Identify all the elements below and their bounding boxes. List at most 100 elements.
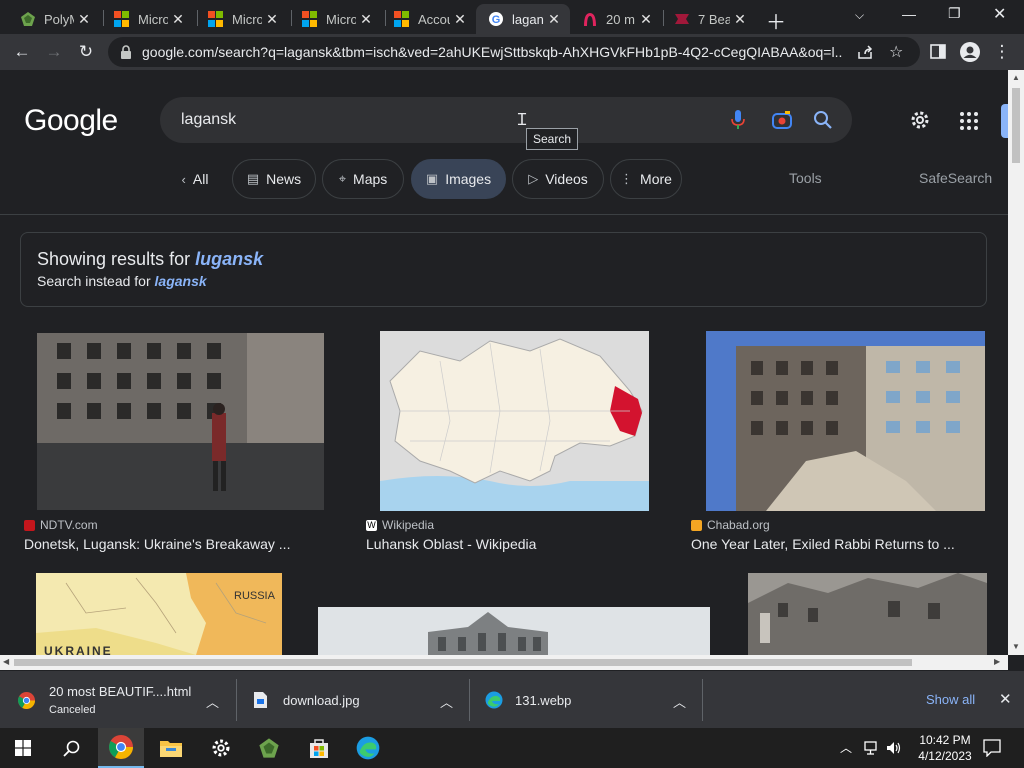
search-input[interactable]: lagansk (181, 111, 236, 129)
result-caption-ndtv[interactable]: Donetsk, Lugansk: Ukraine's Breakaway ..… (24, 536, 290, 552)
address-bar[interactable]: google.com/search?q=lagansk&tbm=isch&ved… (108, 37, 920, 67)
side-panel-icon[interactable] (930, 44, 946, 59)
tab-account[interactable]: Accou ✕ (382, 4, 476, 34)
profile-icon[interactable] (960, 42, 980, 62)
tab-polymail[interactable]: PolyM ✕ (8, 4, 100, 34)
lens-camera-icon[interactable] (772, 110, 792, 130)
close-icon[interactable]: ✕ (450, 11, 470, 28)
tab-microsoft-3[interactable]: Micro ✕ (290, 4, 382, 34)
chevron-up-icon[interactable]: ︿ (206, 692, 219, 711)
result-source-wikipedia[interactable]: W Wikipedia (366, 518, 434, 532)
back-button[interactable]: ← (12, 42, 32, 62)
tab-maps[interactable]: ⌖ Maps (322, 159, 404, 199)
tab-more[interactable]: ⋮ More (610, 159, 682, 199)
browser-tab-strip: PolyM ✕ Micro ✕ Micro ✕ Micro ✕ Accou ✕ … (0, 0, 1024, 34)
network-icon[interactable] (864, 740, 880, 756)
vertical-scrollbar[interactable]: ▲ ▼ (1008, 70, 1024, 655)
star-icon[interactable]: ☆ (889, 42, 903, 62)
download-item-jpg[interactable]: download.jpg (254, 671, 444, 729)
close-downloads-bar-button[interactable]: ✕ (999, 690, 1012, 708)
apps-grid-icon[interactable] (960, 112, 978, 130)
taskbar-microsoft-store[interactable] (296, 728, 342, 768)
lock-icon[interactable] (120, 45, 132, 59)
scroll-left-arrow-icon[interactable]: ◀ (3, 657, 9, 666)
tab-title: Micro (138, 11, 168, 27)
tab-all[interactable]: ‹ All (165, 159, 225, 199)
download-separator (236, 679, 237, 721)
taskbar-search-button[interactable] (48, 728, 94, 768)
vertical-scroll-thumb[interactable] (1012, 88, 1020, 163)
result-image-map[interactable]: RUSSIA UKRAINE (36, 573, 282, 655)
tab-beach[interactable]: 7 Bea ✕ (662, 4, 756, 34)
search-box[interactable]: lagansk (160, 97, 852, 143)
notifications-icon[interactable] (983, 739, 1001, 757)
share-icon[interactable] (858, 45, 873, 59)
horizontal-scroll-thumb[interactable] (14, 659, 912, 666)
close-icon[interactable]: ✕ (74, 11, 94, 28)
volume-icon[interactable] (886, 740, 902, 756)
tools-button[interactable]: Tools (789, 170, 822, 186)
horizontal-scrollbar[interactable]: ◀ ▶ (0, 655, 1008, 670)
microphone-icon[interactable] (731, 110, 745, 130)
forward-button[interactable]: → (44, 42, 64, 62)
close-icon[interactable]: ✕ (636, 11, 656, 28)
tab-microsoft-2[interactable]: Micro ✕ (196, 4, 288, 34)
tab-google-search[interactable]: G lagan ✕ (476, 4, 570, 34)
clock-date: 4/12/2023 (918, 749, 972, 763)
result-image-ruins[interactable] (748, 573, 987, 655)
tab-microsoft-1[interactable]: Micro ✕ (102, 4, 194, 34)
show-all-downloads-button[interactable]: Show all (926, 692, 975, 707)
chrome-menu-icon[interactable]: ⋮ (992, 42, 1012, 62)
result-image-building[interactable] (318, 607, 710, 655)
tab-videos[interactable]: ▷ Videos (512, 159, 604, 199)
taskbar-settings[interactable] (198, 728, 244, 768)
tab-news[interactable]: ▤ News (232, 159, 316, 199)
taskbar-clock[interactable]: 10:42 PM 4/12/2023 (912, 732, 978, 764)
windows-logo-icon (15, 740, 31, 756)
result-image-wikipedia[interactable] (380, 331, 649, 511)
close-icon[interactable]: ✕ (356, 11, 376, 28)
result-source-chabad[interactable]: Chabad.org (691, 518, 770, 532)
taskbar-edge[interactable] (345, 728, 391, 768)
store-icon (310, 739, 328, 758)
result-image-chabad[interactable] (706, 331, 985, 511)
original-term-link[interactable]: lagansk (155, 273, 207, 289)
close-icon[interactable]: ✕ (262, 11, 282, 28)
tab-images[interactable]: ▣ Images (411, 159, 506, 199)
scroll-right-arrow-icon[interactable]: ▶ (994, 657, 1000, 666)
gear-icon[interactable] (908, 108, 932, 132)
chevron-up-icon[interactable]: ︿ (440, 692, 453, 711)
tab-search-chevron-icon[interactable]: ⌵ (855, 8, 864, 23)
taskbar-chrome[interactable] (98, 728, 144, 768)
close-window-button[interactable]: ✕ (993, 4, 1006, 24)
safesearch-button[interactable]: SafeSearch (919, 170, 992, 186)
tab-arch[interactable]: 20 m ✕ (570, 4, 662, 34)
news-icon: ▤ (246, 171, 260, 186)
taskbar-polymail[interactable] (246, 728, 292, 768)
close-icon[interactable]: ✕ (168, 11, 188, 28)
google-logo[interactable]: Google (24, 104, 118, 138)
result-source-ndtv[interactable]: NDTV.com (24, 518, 98, 532)
result-image-ndtv[interactable] (37, 333, 324, 510)
start-button[interactable] (0, 728, 46, 768)
result-caption-chabad[interactable]: One Year Later, Exiled Rabbi Returns to … (691, 536, 955, 552)
download-item-html[interactable]: 20 most BEAUTIF....html Canceled (18, 671, 228, 729)
minimize-button[interactable]: — (902, 6, 916, 22)
reload-button[interactable]: ↻ (76, 42, 96, 62)
url-text[interactable]: google.com/search?q=lagansk&tbm=isch&ved… (142, 44, 842, 60)
search-tooltip: Search (526, 128, 579, 150)
close-icon[interactable]: ✕ (730, 11, 750, 28)
sign-in-button-edge[interactable] (1001, 104, 1008, 138)
scroll-down-arrow-icon[interactable]: ▼ (1012, 642, 1020, 651)
new-tab-button[interactable]: ＋ (766, 6, 786, 35)
taskbar-file-explorer[interactable] (148, 728, 194, 768)
close-icon[interactable]: ✕ (544, 11, 564, 28)
search-icon[interactable] (813, 110, 832, 129)
result-caption-wikipedia[interactable]: Luhansk Oblast - Wikipedia (366, 536, 536, 552)
corrected-term-link[interactable]: lugansk (195, 249, 263, 269)
download-item-webp[interactable]: 131.webp (485, 671, 675, 729)
chevron-up-icon[interactable]: ︿ (673, 692, 686, 711)
tray-chevron-up-icon[interactable]: ︿ (840, 739, 852, 756)
scroll-up-arrow-icon[interactable]: ▲ (1012, 73, 1020, 82)
restore-button[interactable]: ❐ (948, 5, 961, 22)
